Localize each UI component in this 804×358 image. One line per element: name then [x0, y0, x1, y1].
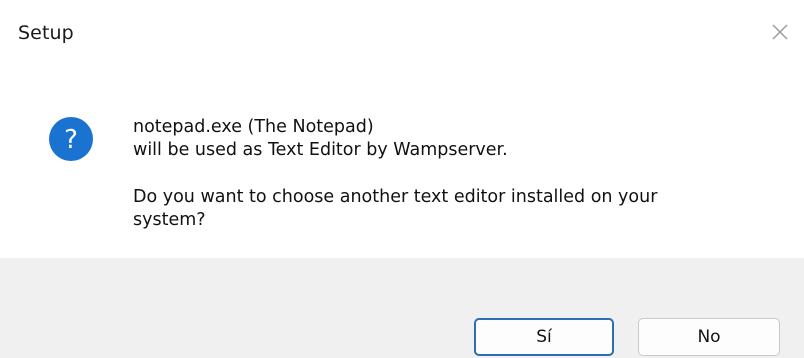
window-title: Setup	[18, 22, 74, 44]
message-line-1: notepad.exe (The Notepad)	[133, 117, 374, 137]
close-icon	[772, 24, 788, 40]
dialog-content: ? notepad.exe (The Notepad) will be used…	[0, 70, 804, 270]
question-line-1: Do you want to choose another text edito…	[133, 187, 658, 207]
yes-button-label: Sí	[536, 327, 552, 347]
no-button-label: No	[697, 327, 721, 347]
message-text: notepad.exe (The Notepad) will be used a…	[133, 116, 773, 232]
close-button[interactable]	[766, 18, 794, 46]
svg-text:?: ?	[64, 125, 78, 155]
setup-dialog: Setup ? notepad.exe (The Notepad) will b…	[0, 0, 804, 358]
title-bar: Setup	[0, 0, 804, 70]
question-icon: ?	[48, 116, 94, 162]
message-line-2: will be used as Text Editor by Wampserve…	[133, 140, 508, 160]
question-line-2: system?	[133, 210, 206, 230]
button-bar: Sí No	[0, 258, 804, 358]
yes-button[interactable]: Sí	[474, 318, 614, 356]
no-button[interactable]: No	[638, 318, 780, 356]
